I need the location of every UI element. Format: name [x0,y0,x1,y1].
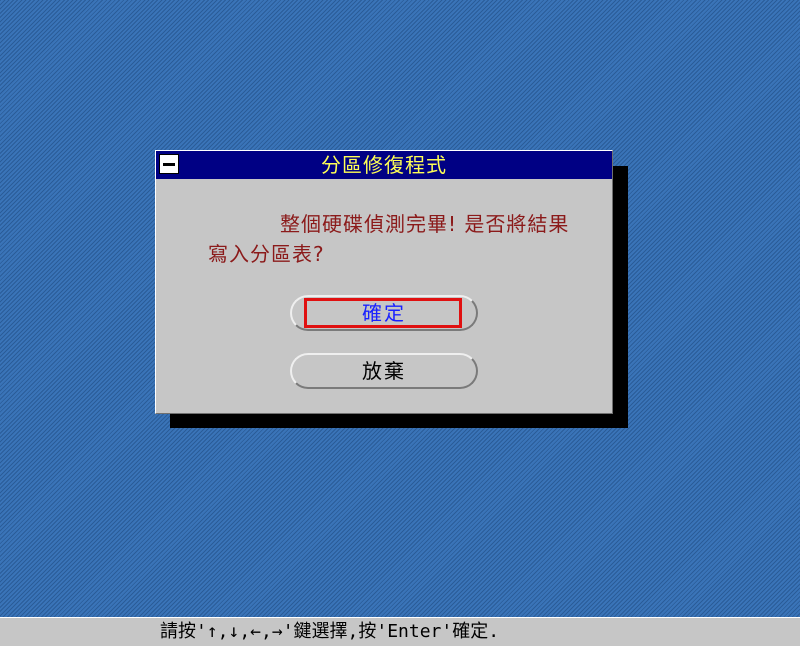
cancel-button[interactable]: 放棄 [290,353,478,389]
dialog-title-bar[interactable]: 分區修復程式 [156,151,612,179]
minus-icon [163,163,175,166]
ok-button[interactable]: 確定 [290,295,478,331]
ok-button-label: 確定 [362,301,406,325]
system-menu-button[interactable] [159,154,179,174]
dialog-title: 分區修復程式 [321,153,447,177]
cancel-button-label: 放棄 [362,359,406,383]
partition-repair-dialog: 分區修復程式 整個硬碟偵測完畢! 是否將結果寫入分區表? 確定 放棄 [155,150,613,414]
status-bar: 請按'↑,↓,←,→'鍵選擇,按'Enter'確定. [0,617,800,646]
dialog-message: 整個硬碟偵測完畢! 是否將結果寫入分區表? [208,212,570,266]
status-hint-text: 請按'↑,↓,←,→'鍵選擇,按'Enter'確定. [160,621,500,642]
